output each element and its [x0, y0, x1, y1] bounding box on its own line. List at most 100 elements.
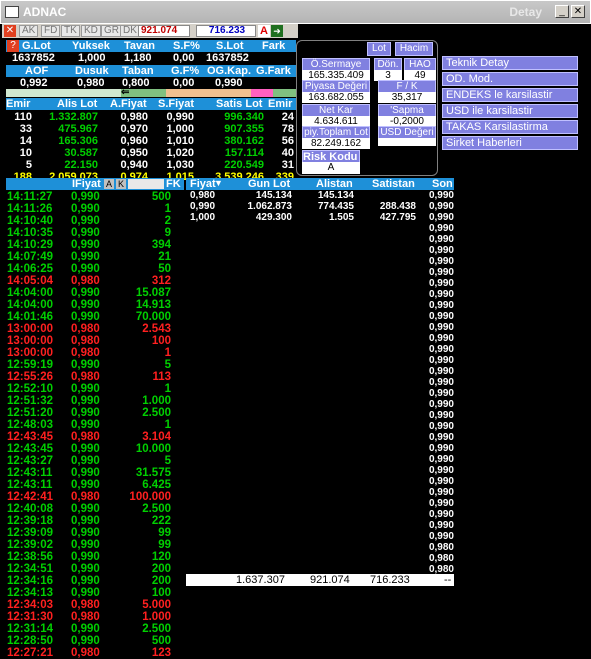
hdr-aof: AOF: [25, 65, 49, 77]
val-gf: 0,00: [173, 77, 195, 89]
trade-price: 0,990: [71, 623, 100, 635]
depth-cell: 0,980: [120, 111, 148, 123]
depth-cell: 220.549: [224, 159, 264, 171]
depth-cell: 0,940: [120, 159, 148, 171]
hdr-fark: Fark: [262, 40, 286, 52]
trade-row: 12:51:32 0,990 1.000: [7, 395, 175, 407]
trade-time: 12:48:03: [7, 419, 54, 431]
arrow-right-icon[interactable]: ➜: [271, 25, 283, 37]
fk-value: 35,317: [378, 92, 436, 103]
a-toggle[interactable]: A: [258, 25, 270, 37]
trade-row: 12:34:03 0,980 5.000: [7, 599, 175, 611]
trade-lot: 1.000: [142, 395, 171, 407]
trade-row: 12:48:03 0,990 1: [7, 419, 175, 431]
depth-cell: 907.355: [224, 123, 264, 135]
trade-price: 0,980: [71, 275, 100, 287]
price-cell: 429.300: [255, 212, 292, 223]
lot-button[interactable]: Lot: [367, 42, 391, 56]
price-cell: 1.062.873: [247, 201, 293, 212]
help-icon[interactable]: ?: [7, 40, 19, 52]
depth-cell: 14: [19, 135, 32, 147]
trade-lot: 1: [164, 383, 171, 395]
hdr-tavan: Tavan: [124, 40, 155, 52]
trade-time: 12:39:18: [7, 515, 54, 527]
depth-cell: 5: [25, 159, 32, 171]
depth-cell: 30.587: [64, 147, 98, 159]
trade-row: 12:43:11 0,990 6.425: [7, 479, 175, 491]
depth-cell: 22.150: [64, 159, 98, 171]
trade-row: 12:31:30 0,980 1.000: [7, 611, 175, 623]
trade-price: 0,980: [71, 347, 100, 359]
depth-cell: 10: [19, 147, 32, 159]
trade-price: 0,990: [71, 467, 100, 479]
trades-filter-input[interactable]: [128, 179, 164, 189]
trade-time: 12:27:21: [7, 647, 54, 659]
depth-cell: 165.306: [58, 135, 98, 147]
tab-dk[interactable]: DK: [120, 25, 140, 37]
menu-usd[interactable]: USD ile karsilastir: [442, 104, 578, 118]
trade-lot: 21: [158, 251, 171, 263]
trade-lot: 100: [151, 335, 171, 347]
trade-lot: 1: [164, 203, 171, 215]
menu-od-mod[interactable]: OD. Mod.: [442, 72, 578, 86]
trade-time: 12:51:32: [7, 395, 54, 407]
hdr-glot: G.Lot: [22, 40, 51, 52]
tab-tk[interactable]: TK: [61, 25, 80, 37]
trade-row: 12:43:27 0,990 5: [7, 455, 175, 467]
risk-value: A: [302, 162, 360, 174]
minimize-button[interactable]: _: [555, 5, 569, 18]
hdr-slot: S.Lot: [216, 40, 244, 52]
close-button[interactable]: ✕: [571, 5, 585, 18]
trade-price: 0,990: [71, 383, 100, 395]
trade-lot: 99: [158, 527, 171, 539]
trade-time: 12:43:45: [7, 431, 54, 443]
trades-k-button[interactable]: K: [116, 179, 126, 189]
menu-teknik-detay[interactable]: Teknik Detay: [442, 56, 578, 70]
hdr-taban: Taban: [122, 65, 154, 77]
trade-lot: 123: [151, 647, 171, 659]
trade-price: 0,980: [71, 491, 100, 503]
trade-time: 14:11:26: [7, 203, 53, 215]
menu-sirket-haberleri[interactable]: Sirket Haberleri: [442, 136, 578, 150]
depth-cell: 24: [281, 111, 294, 123]
trade-price: 0,990: [71, 359, 100, 371]
trade-time: 12:31:14: [7, 623, 54, 635]
trade-lot: 31.575: [135, 467, 171, 479]
pt-hdr-sort-icon[interactable]: ▼: [214, 178, 223, 188]
trade-lot: 312: [151, 275, 171, 287]
value-box-1: 921.074: [138, 25, 190, 37]
hdr-sf: S.F%: [173, 40, 200, 52]
hacim-button[interactable]: Hacim: [395, 42, 433, 56]
trade-lot: 1: [164, 347, 171, 359]
depth-cell: 1,000: [166, 123, 194, 135]
trade-lot: 500: [151, 191, 171, 203]
menu-takas[interactable]: TAKAS Karsilastirma: [442, 120, 578, 134]
tab-kd[interactable]: KD: [81, 25, 101, 37]
trades-fk-button[interactable]: FK: [166, 178, 181, 190]
trade-price: 0,990: [71, 635, 100, 647]
pt-hdr-gunlot: Gun Lot: [248, 178, 291, 190]
trade-row: 12:34:51 0,990 200: [7, 563, 175, 575]
pt-hdr-son: Son: [432, 178, 453, 190]
price-cell: 774.435: [317, 201, 354, 212]
trade-lot: 14.913: [135, 299, 171, 311]
trade-price: 0,990: [71, 299, 100, 311]
trades-a-button[interactable]: A: [104, 179, 114, 189]
trade-lot: 5: [164, 455, 171, 467]
trade-row: 12:38:56 0,990 120: [7, 551, 175, 563]
trade-time: 13:00:00: [7, 347, 54, 359]
trade-lot: 100.000: [129, 491, 171, 503]
tab-fd[interactable]: FD: [41, 25, 61, 37]
trade-lot: 2.543: [142, 323, 171, 335]
trade-lot: 9: [164, 227, 171, 239]
price-cell: 0,980: [190, 190, 216, 201]
trade-time: 12:43:45: [7, 443, 54, 455]
tab-gr[interactable]: GR: [101, 25, 122, 37]
close-icon[interactable]: ✕: [4, 25, 16, 37]
tab-ak[interactable]: AK: [19, 25, 39, 37]
trade-lot: 2.500: [142, 623, 171, 635]
menu-endeks[interactable]: ENDEKS le karsilastir: [442, 88, 578, 102]
trade-time: 12:34:51: [7, 563, 54, 575]
price-cell: 1.505: [328, 212, 354, 223]
trade-row: 14:10:29 0,990 394: [7, 239, 175, 251]
